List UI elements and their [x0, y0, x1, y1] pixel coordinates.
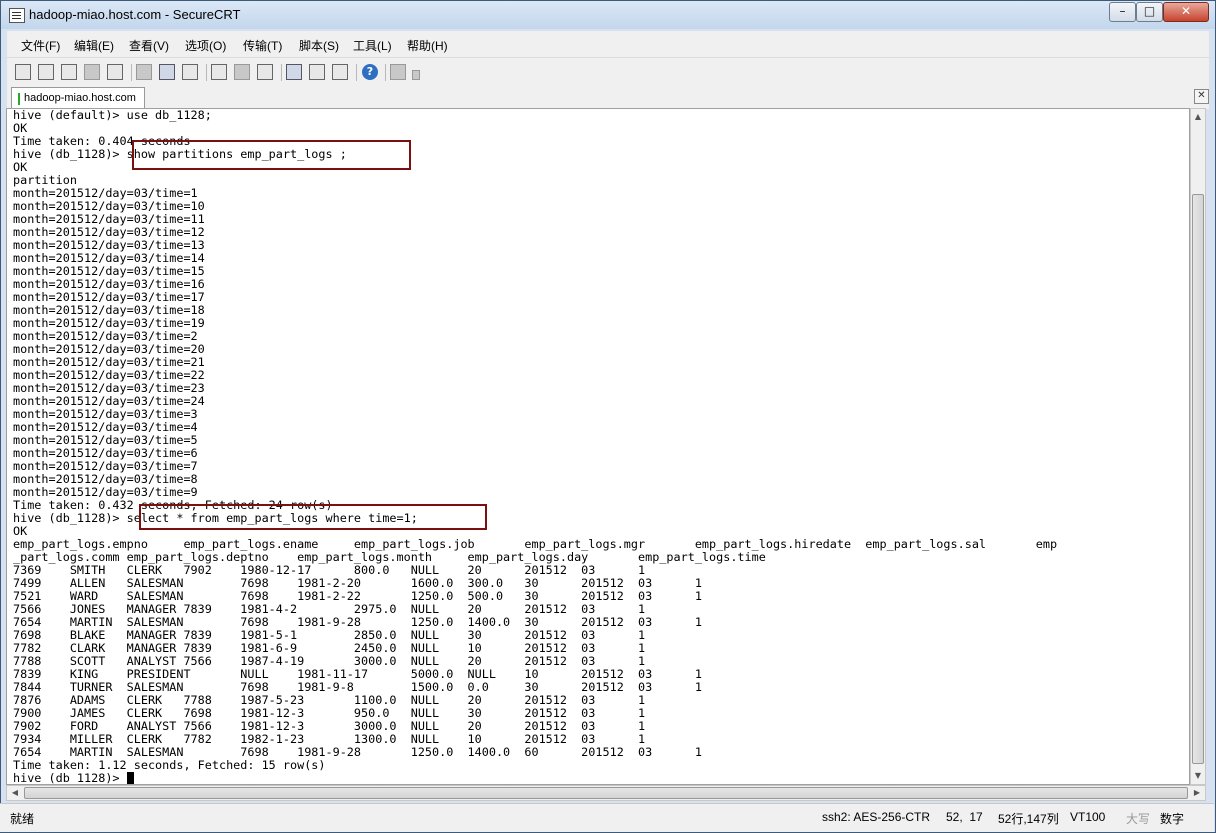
print-screen-icon[interactable]	[211, 64, 227, 80]
app-icon	[9, 8, 25, 23]
close-tab-icon[interactable]: ✕	[1194, 89, 1209, 104]
menu-transfer[interactable]: 传输(T)	[243, 37, 282, 54]
scroll-right-arrow-icon[interactable]: ▶	[1189, 786, 1205, 800]
toolbar-separator	[356, 64, 357, 81]
status-num-lock: 数字	[1160, 812, 1185, 826]
copy-icon[interactable]	[136, 64, 152, 80]
vertical-scrollbar[interactable]: ▲ ▼	[1190, 108, 1206, 785]
connected-indicator-icon	[18, 93, 20, 105]
horizontal-scrollbar[interactable]: ◀ ▶	[6, 785, 1206, 801]
status-cursor-position: 52, 17	[946, 810, 983, 824]
terminal-line: hive (default)> use db_1128;	[13, 108, 212, 122]
session-options-icon[interactable]	[286, 64, 302, 80]
status-ready: 就绪	[10, 812, 35, 826]
menu-file[interactable]: 文件(F)	[21, 37, 60, 54]
title-bar: hadoop-miao.host.com - SecureCRT – □ ✕	[1, 1, 1215, 29]
keymap-icon[interactable]	[390, 64, 406, 80]
terminal-line: Time taken: 1.12 seconds, Fetched: 15 ro…	[13, 758, 326, 772]
menu-tools[interactable]: 工具(L)	[353, 37, 392, 54]
toolbar-overflow-icon[interactable]	[412, 70, 420, 80]
terminal-prompt: hive (db_1128)>	[13, 771, 127, 785]
print-selection-icon[interactable]	[234, 64, 250, 80]
status-emulation: VT100	[1070, 810, 1106, 824]
terminal-area[interactable]: hive (default)> use db_1128; OK Time taken…	[6, 108, 1190, 785]
menu-script[interactable]: 脚本(S)	[299, 37, 339, 54]
toolbar-separator	[206, 64, 207, 81]
connect-in-tab-icon[interactable]	[61, 64, 77, 80]
menu-bar: 文件(F) 编辑(E) 查看(V) 选项(O) 传输(T) 脚本(S) 工具(L…	[7, 31, 1209, 57]
global-options-icon[interactable]	[309, 64, 325, 80]
print-icon[interactable]	[257, 64, 273, 80]
status-bar: 就绪 ssh2: AES-256-CTR 52, 17 52行,147列 VT1…	[0, 803, 1214, 832]
quick-connect-icon[interactable]	[38, 64, 54, 80]
session-tab[interactable]: hadoop-miao.host.com	[11, 87, 145, 109]
close-button[interactable]: ✕	[1163, 2, 1209, 22]
help-icon[interactable]: ?	[362, 64, 378, 80]
session-tab-label: hadoop-miao.host.com	[24, 92, 136, 104]
maximize-button[interactable]: □	[1136, 2, 1163, 22]
reconnect-icon[interactable]	[84, 64, 100, 80]
toolbar-separator	[131, 64, 132, 81]
scroll-left-arrow-icon[interactable]: ◀	[7, 786, 23, 800]
key-icon[interactable]	[332, 64, 348, 80]
connect-icon[interactable]	[15, 64, 31, 80]
highlight-show-partitions	[132, 140, 411, 170]
status-cipher: ssh2: AES-256-CTR	[822, 810, 931, 824]
scroll-down-arrow-icon[interactable]: ▼	[1191, 768, 1205, 784]
menu-options[interactable]: 选项(O)	[185, 37, 226, 54]
find-icon[interactable]	[182, 64, 198, 80]
toolbar-separator	[281, 64, 282, 81]
vertical-scroll-thumb[interactable]	[1192, 194, 1204, 764]
highlight-select-query	[139, 504, 487, 530]
horizontal-scroll-thumb[interactable]	[24, 787, 1188, 799]
status-caps-lock: 大写	[1126, 812, 1151, 826]
status-terminal-size: 52行,147列	[998, 812, 1059, 826]
menu-view[interactable]: 查看(V)	[129, 37, 169, 54]
window-title: hadoop-miao.host.com - SecureCRT	[29, 7, 241, 22]
minimize-button[interactable]: –	[1109, 2, 1136, 22]
toolbar: ?	[7, 57, 1209, 86]
paste-icon[interactable]	[159, 64, 175, 80]
menu-edit[interactable]: 编辑(E)	[74, 37, 114, 54]
menu-help[interactable]: 帮助(H)	[407, 37, 448, 54]
disconnect-icon[interactable]	[107, 64, 123, 80]
scroll-up-arrow-icon[interactable]: ▲	[1191, 109, 1205, 125]
terminal-cursor	[126, 772, 134, 784]
terminal-output: hive (default)> use db_1128; OK Time taken…	[13, 108, 1057, 785]
terminal-prompt-line: hive (db_1128)>	[13, 771, 1057, 785]
tab-bar: hadoop-miao.host.com ✕	[7, 85, 1209, 109]
toolbar-separator	[385, 64, 386, 81]
